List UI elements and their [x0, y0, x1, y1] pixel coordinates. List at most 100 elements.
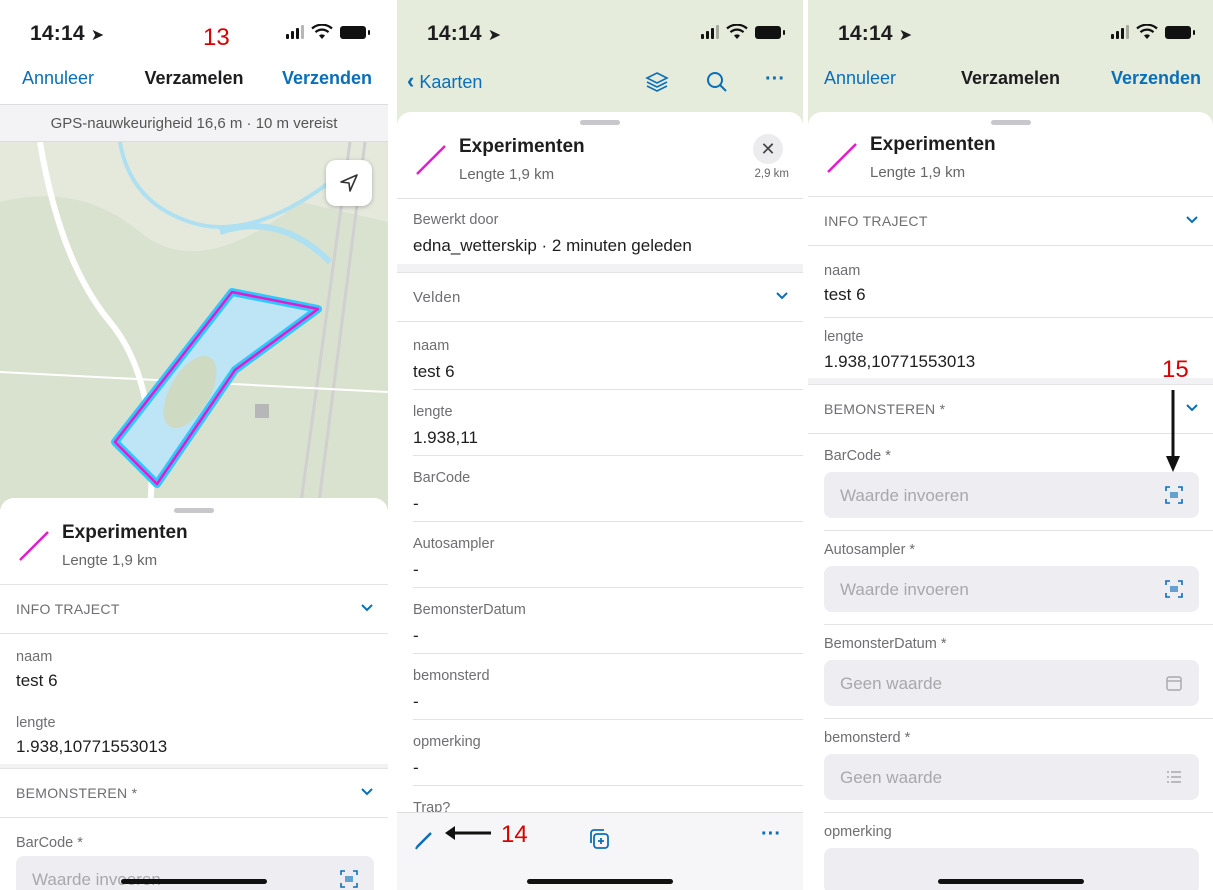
field-label: opmerking	[413, 734, 481, 750]
edited-by-value: edna_wetterskip · 2 minuten geleden	[413, 236, 692, 255]
annotation-14: 14	[501, 821, 528, 848]
back-label: Kaarten	[419, 72, 483, 92]
chevron-down-icon	[361, 604, 373, 612]
section-label: INFO TRAJECT	[16, 601, 120, 617]
cancel-button[interactable]: Annuleer	[824, 68, 896, 89]
status-time: 14:14 ➤	[838, 22, 913, 45]
nav-bar: Annuleer Verzamelen Verzenden	[0, 68, 388, 102]
status-time: 14:14 ➤	[427, 22, 502, 45]
status-bar: 14:14 ➤	[0, 0, 388, 78]
naam-label: naam	[824, 263, 861, 279]
field-label: BemonsterDatum *	[824, 636, 947, 652]
close-icon: ✕	[760, 138, 776, 159]
divider	[824, 812, 1213, 813]
feature-title: Experimenten	[459, 136, 585, 157]
more-icon[interactable]: ···	[761, 823, 781, 846]
wifi-icon	[1136, 24, 1158, 39]
field-label: lengte	[413, 404, 453, 420]
home-indicator	[937, 879, 1084, 884]
status-icons	[286, 24, 370, 40]
feature-sheet: Experimenten Lengte 1,9 km INFO TRAJECT …	[808, 112, 1213, 890]
section-velden[interactable]: Velden	[397, 272, 803, 322]
signal-icon	[1111, 25, 1129, 39]
navigation-arrow-icon	[340, 174, 358, 192]
duplicate-icon[interactable]	[587, 827, 611, 851]
field-bemonsterdatum: BemonsterDatum * Geen waarde	[808, 626, 1213, 720]
field-label: bemonsterd	[413, 668, 490, 684]
locate-me-button[interactable]	[326, 160, 372, 206]
battery-icon	[340, 25, 370, 39]
field-opmerking: opmerking -	[397, 720, 803, 786]
naam-value: test 6	[824, 285, 866, 304]
field-bemonsterd: bemonsterd -	[397, 654, 803, 720]
cancel-button[interactable]: Annuleer	[22, 68, 94, 89]
divider	[824, 718, 1213, 719]
field-label: BemonsterDatum	[413, 602, 526, 618]
wifi-icon	[311, 24, 333, 39]
lengte-label: lengte	[16, 715, 56, 731]
location-arrow-icon: ➤	[898, 27, 913, 44]
polyline-icon	[19, 531, 49, 561]
field-placeholder: Waarde invoeren	[840, 580, 969, 599]
field-label: bemonsterd *	[824, 730, 911, 746]
search-icon[interactable]	[705, 70, 729, 94]
close-button[interactable]: ✕	[753, 134, 783, 164]
field-input[interactable]: Geen waarde	[824, 754, 1199, 800]
field-input[interactable]: Waarde invoeren	[824, 566, 1199, 612]
barcode-scan-icon[interactable]	[1165, 486, 1183, 504]
distance-label: 2,9 km	[754, 168, 789, 180]
signal-icon	[701, 25, 719, 39]
barcode-scan-icon[interactable]	[340, 870, 358, 888]
send-button[interactable]: Verzenden	[282, 68, 372, 89]
back-button[interactable]: ‹ Kaarten	[407, 68, 482, 94]
field-value: 1.938,11	[413, 428, 478, 447]
annotation-arrow	[445, 826, 491, 840]
chevron-left-icon: ‹	[407, 68, 415, 93]
field-autosampler: Autosampler * Waarde invoeren	[808, 532, 1213, 626]
gps-accuracy-banner: GPS-nauwkeurigheid 16,6 m · 10 m vereist	[0, 104, 388, 142]
send-button[interactable]: Verzenden	[1111, 68, 1201, 89]
barcode-scan-icon[interactable]	[1165, 580, 1183, 598]
status-bar: 14:14 ➤	[397, 0, 803, 78]
edit-pencil-icon[interactable]	[413, 827, 437, 851]
section-info-traject[interactable]: INFO TRAJECT	[808, 196, 1213, 246]
lengte-value: 1.938,10771553013	[824, 352, 976, 371]
map-view[interactable]	[0, 142, 388, 510]
field-lengte: lengte 1.938,11	[397, 390, 803, 456]
section-bemonsteren[interactable]: BEMONSTEREN *	[808, 384, 1213, 434]
list-icon[interactable]	[1165, 768, 1183, 786]
edited-by-label: Bewerkt door	[413, 212, 499, 228]
field-input[interactable]: Waarde invoeren	[824, 472, 1199, 518]
battery-icon	[1165, 25, 1195, 39]
home-indicator	[121, 879, 267, 884]
section-bemonsteren[interactable]: BEMONSTEREN *	[0, 768, 388, 818]
more-icon[interactable]: ···	[765, 68, 785, 91]
barcode-input[interactable]: Waarde invoeren	[16, 856, 374, 890]
feature-title: Experimenten	[870, 134, 996, 155]
battery-icon	[755, 25, 785, 39]
calendar-icon[interactable]	[1165, 674, 1183, 692]
field-placeholder: Geen waarde	[840, 768, 943, 787]
layers-icon[interactable]	[645, 70, 669, 94]
polyline-icon	[827, 143, 857, 173]
nav-bar: Annuleer Verzamelen Verzenden	[808, 68, 1213, 102]
field-value: -	[413, 494, 419, 513]
polyline-icon	[416, 145, 446, 175]
section-label: BEMONSTEREN *	[16, 785, 138, 801]
field-bemonsterd: bemonsterd * Geen waarde	[808, 720, 1213, 814]
field-value: -	[413, 758, 419, 777]
field-value: -	[413, 626, 419, 645]
field-input[interactable]: Geen waarde	[824, 660, 1199, 706]
field-barcode: BarCode * Waarde invoeren	[808, 438, 1213, 532]
naam-value: test 6	[16, 671, 58, 690]
divider	[397, 198, 803, 199]
chevron-down-icon	[1186, 404, 1198, 412]
field-barcode: BarCode -	[397, 456, 803, 522]
section-label: Velden	[413, 289, 461, 306]
barcode-label: BarCode *	[16, 835, 83, 851]
status-time: 14:14 ➤	[30, 22, 105, 45]
section-info-traject[interactable]: INFO TRAJECT	[0, 584, 388, 634]
divider	[824, 530, 1213, 531]
field-label: opmerking	[824, 824, 892, 840]
field-placeholder: Waarde invoeren	[840, 486, 969, 505]
